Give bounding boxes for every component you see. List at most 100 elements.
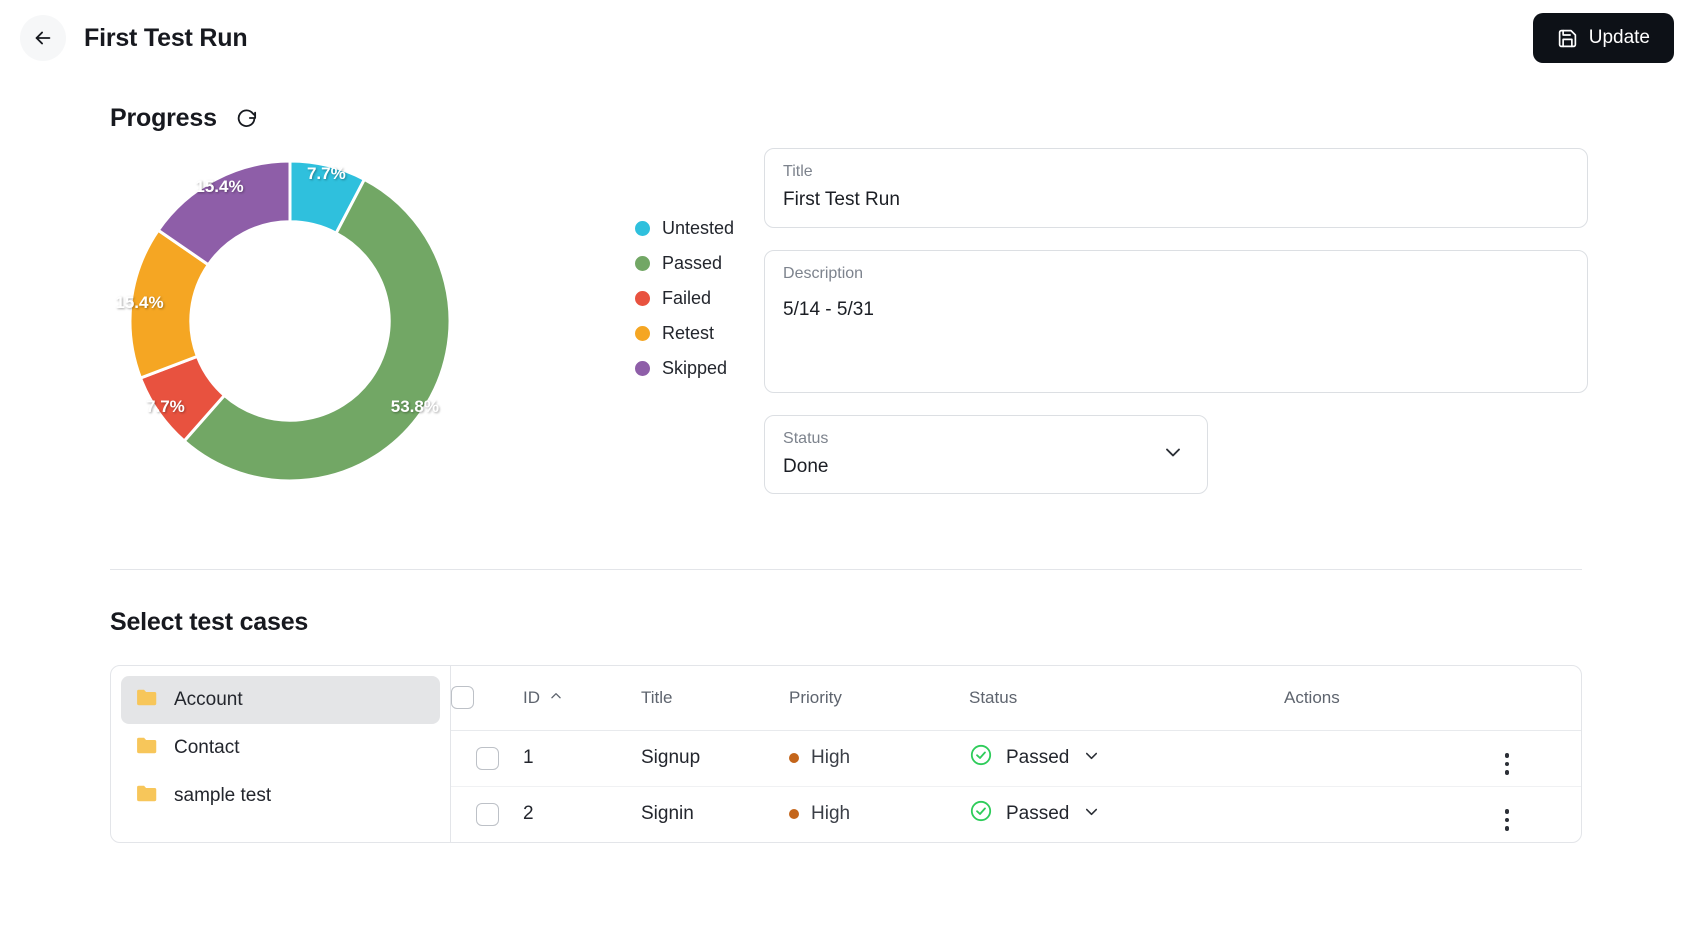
check-circle-icon [969,743,993,773]
legend-item-failed[interactable]: Failed [635,281,734,316]
section-divider [110,569,1582,570]
legend-item-skipped[interactable]: Skipped [635,351,734,386]
legend-item-passed[interactable]: Passed [635,246,734,281]
cell-priority: High [789,786,969,842]
legend-item-label: Skipped [662,358,727,379]
priority-badge: High [789,747,969,769]
kebab-dot [1505,818,1510,823]
chart-legend: Untested Passed Failed Retest Skipped [635,211,734,386]
legend-item-retest[interactable]: Retest [635,316,734,351]
column-header-id[interactable]: ID [523,666,641,730]
table-body: 1SignupHighPassed2SigninHighPassed [451,730,1581,842]
column-header-status[interactable]: Status [969,666,1284,730]
legend-item-label: Untested [662,218,734,239]
legend-color-swatch [635,361,650,376]
folder-name: Contact [174,737,239,759]
select-all-header [451,666,523,730]
cell-actions [1284,786,1581,842]
chevron-up-icon [549,688,563,708]
legend-color-swatch [635,256,650,271]
test-cases-panel: Account Contact sample test ID [110,665,1582,843]
column-header-actions: Actions [1284,666,1581,730]
page-title: First Test Run [84,24,247,53]
table-row[interactable]: 1Signup High Passed [451,730,1581,786]
refresh-icon [235,106,258,132]
back-button[interactable] [20,15,66,61]
description-field[interactable]: Description 5/14 - 5/31 [764,250,1588,393]
status-select-value: Done [783,455,828,480]
row-checkbox[interactable] [476,803,499,826]
progress-section: Progress 7.7%53.8%7.7%15.4%15.4% Unteste… [0,76,1692,511]
donut-svg [110,141,470,501]
update-button[interactable]: Update [1533,13,1674,63]
folder-name: Account [174,689,243,711]
row-actions-menu-button[interactable] [1505,809,1510,831]
status-label: Passed [1006,747,1069,769]
cell-status[interactable]: Passed [969,786,1284,842]
legend-item-label: Passed [662,253,722,274]
refresh-button[interactable] [233,105,261,133]
cell-id: 2 [523,786,641,842]
page-content: Progress 7.7%53.8%7.7%15.4%15.4% Unteste… [0,76,1692,843]
table-header-row: ID Title Priority Status Action [451,666,1581,730]
column-header-title[interactable]: Title [641,666,789,730]
kebab-dot [1505,826,1510,831]
folder-icon [135,685,160,715]
legend-item-label: Retest [662,323,714,344]
column-header-id-label: ID [523,688,540,708]
legend-item-untested[interactable]: Untested [635,211,734,246]
title-field[interactable]: Title First Test Run [764,148,1588,228]
title-field-label: Title [783,162,1569,182]
chevron-down-icon[interactable] [1082,746,1101,771]
row-actions-menu-button[interactable] [1505,753,1510,775]
check-circle-icon [969,799,993,829]
save-icon [1557,28,1578,49]
folder-item[interactable]: Contact [121,724,440,772]
folder-icon [135,781,160,811]
cell-title: Signup [641,730,789,786]
folder-item[interactable]: sample test [121,772,440,820]
priority-label: High [811,747,850,769]
table-head: ID Title Priority Status Action [451,666,1581,730]
progress-header: Progress [110,104,1692,133]
folder-item[interactable]: Account [121,676,440,724]
kebab-dot [1505,753,1510,758]
cell-id: 1 [523,730,641,786]
status-badge[interactable]: Passed [969,743,1284,773]
row-checkbox[interactable] [476,747,499,770]
select-test-cases-title: Select test cases [110,608,1692,637]
update-button-label: Update [1589,27,1650,49]
priority-badge: High [789,803,969,825]
test-cases-table-pane: ID Title Priority Status Action [451,666,1581,842]
row-select-cell [451,730,523,786]
status-select[interactable]: Status Done [764,415,1208,495]
column-header-priority[interactable]: Priority [789,666,969,730]
run-detail-form: Title First Test Run Description 5/14 - … [764,148,1588,494]
status-select-inner: Status Done [783,429,828,480]
description-field-label: Description [783,264,1569,284]
progress-label: Progress [110,104,217,133]
description-field-value[interactable]: 5/14 - 5/31 [783,298,1569,323]
folder-list: Account Contact sample test [111,666,451,842]
kebab-dot [1505,770,1510,775]
status-select-label: Status [783,429,828,449]
cell-actions [1284,730,1581,786]
status-label: Passed [1006,803,1069,825]
folder-icon [135,733,160,763]
chevron-down-icon[interactable] [1161,440,1185,469]
chevron-down-icon[interactable] [1082,802,1101,827]
kebab-dot [1505,809,1510,814]
priority-dot-icon [789,809,799,819]
select-all-checkbox[interactable] [451,686,474,709]
progress-donut-chart: 7.7%53.8%7.7%15.4%15.4% [110,141,530,511]
arrow-left-icon [32,27,54,49]
legend-color-swatch [635,221,650,236]
cell-status[interactable]: Passed [969,730,1284,786]
table-row[interactable]: 2SigninHighPassed [451,786,1581,842]
title-field-value[interactable]: First Test Run [783,188,1569,213]
sort-by-id[interactable]: ID [523,688,563,708]
cell-priority: High [789,730,969,786]
status-badge[interactable]: Passed [969,799,1284,829]
test-cases-table: ID Title Priority Status Action [451,666,1581,842]
priority-dot-icon [789,753,799,763]
